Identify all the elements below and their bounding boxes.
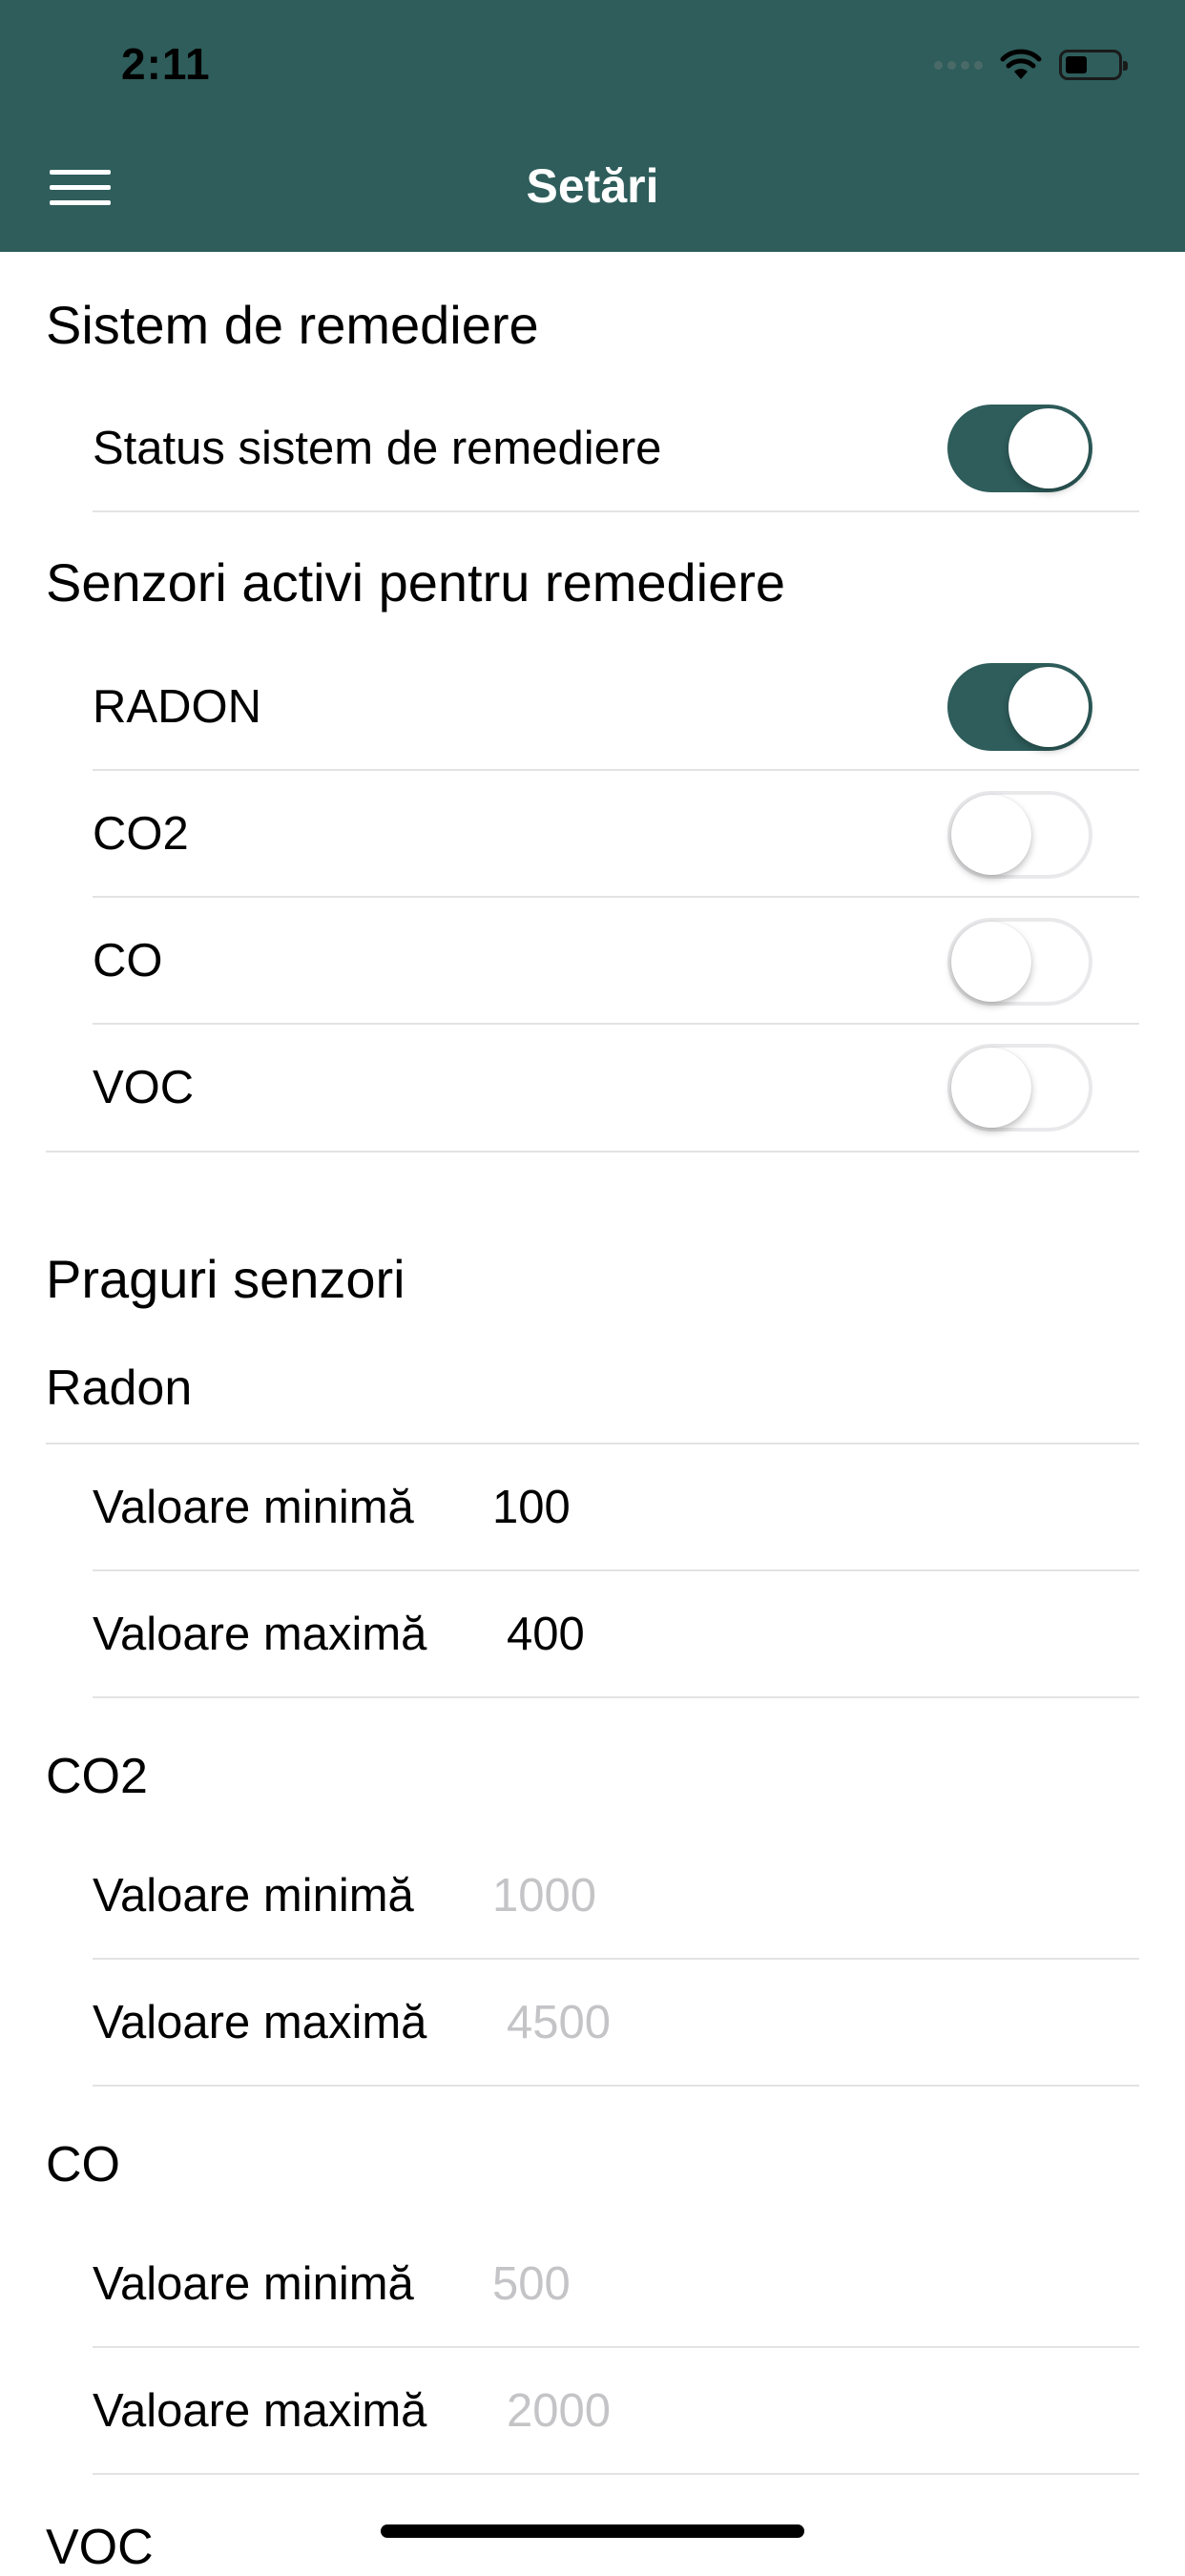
co2-min-input[interactable]: 1000 [492,1869,596,1922]
radon-max-input[interactable]: 400 [507,1608,585,1661]
co-max-input[interactable]: 2000 [507,2384,611,2438]
status-time: 2:11 [121,39,211,89]
section-heading-remediation: Sistem de remediere [46,295,539,355]
co2-min-label: Valoare minimă [93,1870,414,1922]
divider [93,2346,1139,2348]
sensor-label-co2: CO2 [93,808,189,860]
sensor-label-voc: VOC [93,1062,195,1113]
toggle-knob [951,922,1031,1002]
threshold-group-co2-title: CO2 [46,1749,148,1804]
threshold-group-radon-title: Radon [46,1361,193,1416]
divider [93,2473,1139,2475]
divider [93,1569,1139,1571]
section-heading-active-sensors: Senzori activi pentru remediere [46,552,786,613]
divider [93,769,1139,771]
threshold-group-voc-title: VOC [46,2520,154,2575]
divider [46,1443,1139,1444]
divider [93,1023,1139,1025]
radon-max-label: Valoare maximă [93,1609,427,1660]
divider [93,2085,1139,2087]
radon-min-input[interactable]: 100 [492,1481,571,1534]
toggle-knob [951,795,1031,875]
battery-icon [1059,50,1128,80]
wifi-icon [1000,49,1042,79]
remediation-status-toggle[interactable] [947,405,1092,492]
sensor-toggle-co2[interactable] [947,791,1092,879]
divider [93,1958,1139,1960]
co2-max-label: Valoare maximă [93,1997,427,2048]
remediation-status-label: Status sistem de remediere [93,423,662,474]
home-indicator[interactable] [381,2524,804,2538]
co-max-label: Valoare maximă [93,2385,427,2437]
page-title: Setări [526,159,659,213]
divider [93,1696,1139,1698]
toggle-knob [951,1048,1031,1128]
co-min-label: Valoare minimă [93,2258,414,2310]
sensor-label-radon: RADON [93,681,261,733]
section-heading-thresholds: Praguri senzori [46,1249,405,1309]
divider [46,1151,1139,1153]
app-header: 2:11 Setări [0,0,1185,252]
toggle-knob [1008,408,1089,488]
sensor-toggle-co[interactable] [947,918,1092,1006]
sensor-toggle-radon[interactable] [947,663,1092,751]
co2-max-input[interactable]: 4500 [507,1996,611,2049]
toggle-knob [1008,667,1089,747]
radon-min-label: Valoare minimă [93,1482,414,1533]
sensor-toggle-voc[interactable] [947,1044,1092,1132]
status-indicators [934,42,1128,88]
divider [93,510,1139,512]
divider [93,896,1139,898]
cellular-signal-icon [934,60,983,70]
sensor-label-co: CO [93,935,163,987]
co-min-input[interactable]: 500 [492,2257,571,2311]
threshold-group-co-title: CO [46,2137,120,2192]
